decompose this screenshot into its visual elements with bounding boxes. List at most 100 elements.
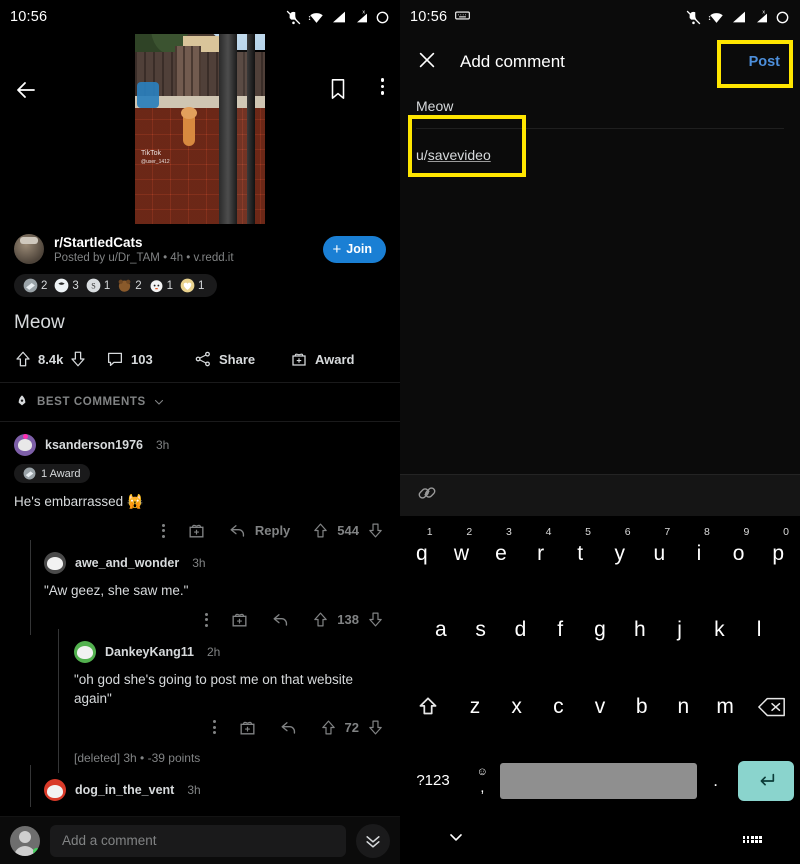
upvote-arrow-icon[interactable] xyxy=(312,611,329,628)
comment-author[interactable]: awe_and_wonder xyxy=(75,556,179,570)
comment-vote-control[interactable]: 544 xyxy=(312,522,384,539)
avatar[interactable] xyxy=(74,641,96,664)
shift-arrow-icon[interactable] xyxy=(402,675,454,739)
link-chain-icon[interactable] xyxy=(416,482,438,509)
overflow-menu-icon[interactable] xyxy=(212,720,216,735)
comment-time: 3h xyxy=(192,556,206,571)
symbols-key[interactable]: ?123 xyxy=(402,772,464,789)
comment-author[interactable]: DankeyKang11 xyxy=(105,645,194,659)
deleted-comment[interactable]: [deleted] 3h • -39 points xyxy=(0,736,400,773)
key-b[interactable]: b xyxy=(621,675,663,739)
share-label: Share xyxy=(219,351,256,367)
key-number: 7 xyxy=(664,526,671,538)
comment-award-pill[interactable]: 1 Award xyxy=(14,464,90,483)
award-count: 1 xyxy=(103,279,111,292)
key-j[interactable]: j xyxy=(660,598,700,662)
emoji-comma-key[interactable]: ☺ , xyxy=(464,766,500,795)
key-q[interactable]: 1q xyxy=(402,522,442,586)
comment-vote-control[interactable]: 72 xyxy=(320,719,384,736)
key-e[interactable]: 3e xyxy=(481,522,521,586)
key-p[interactable]: 0p xyxy=(758,522,798,586)
key-t[interactable]: 5t xyxy=(560,522,600,586)
award-button[interactable]: Award xyxy=(290,350,355,368)
comment-editor[interactable]: u/savevideo xyxy=(400,115,800,177)
share-button[interactable]: Share xyxy=(194,350,290,368)
avatar[interactable] xyxy=(44,778,66,801)
add-comment-input[interactable]: Add a comment xyxy=(50,824,346,857)
key-a[interactable]: a xyxy=(421,598,461,662)
key-g[interactable]: g xyxy=(580,598,620,662)
key-o[interactable]: 9o xyxy=(719,522,759,586)
avatar[interactable] xyxy=(14,434,36,456)
award-gift-icon[interactable] xyxy=(230,610,249,629)
downvote-arrow-icon[interactable] xyxy=(367,522,384,539)
key-z[interactable]: z xyxy=(454,675,496,739)
avatar[interactable] xyxy=(10,825,40,856)
overflow-menu-icon[interactable] xyxy=(205,612,209,627)
key-v[interactable]: v xyxy=(579,675,621,739)
comment-item[interactable]: dog_in_the_vent 3h xyxy=(0,764,400,807)
key-label: e xyxy=(495,542,507,565)
overflow-menu-icon[interactable] xyxy=(380,78,384,95)
comment-item[interactable]: ksanderson1976 3h 1 Award He's embarrass… xyxy=(0,422,400,540)
comment-author[interactable]: ksanderson1976 xyxy=(45,438,143,452)
key-r[interactable]: 4r xyxy=(521,522,561,586)
close-x-icon[interactable] xyxy=(416,49,438,76)
downvote-arrow-icon[interactable] xyxy=(367,719,384,736)
key-i[interactable]: 8i xyxy=(679,522,719,586)
downvote-arrow-icon[interactable] xyxy=(367,611,384,628)
period-key[interactable]: . xyxy=(697,771,733,791)
key-x[interactable]: x xyxy=(496,675,538,739)
chevron-down-back-icon[interactable] xyxy=(446,827,466,852)
award-gift-icon[interactable] xyxy=(187,521,206,540)
bookmark-icon[interactable] xyxy=(328,78,348,105)
join-button[interactable]: + Join xyxy=(322,235,386,263)
comment-sort-bar[interactable]: BEST COMMENTS xyxy=(0,382,400,422)
upvote-arrow-icon[interactable] xyxy=(312,522,329,539)
reply-button[interactable]: Reply xyxy=(228,521,290,540)
onscreen-keyboard[interactable]: 1q 2w 3e 4r 5t 6y 7u 8i 9o 0p a s d f g … xyxy=(400,516,800,815)
key-l[interactable]: l xyxy=(739,598,779,662)
key-n[interactable]: n xyxy=(663,675,705,739)
reply-label: Reply xyxy=(254,523,291,539)
vote-control[interactable]: 8.4k xyxy=(14,350,106,368)
comment-author[interactable]: dog_in_the_vent xyxy=(75,783,174,797)
award-badges[interactable]: 2 3 S1 2 1 1 xyxy=(14,274,218,297)
video-player[interactable]: TikTok @user_1412 xyxy=(0,34,400,224)
double-chevron-down-icon[interactable] xyxy=(356,823,390,858)
upvote-arrow-icon[interactable] xyxy=(320,719,337,736)
back-arrow-icon[interactable] xyxy=(14,78,38,107)
avatar[interactable] xyxy=(44,552,66,575)
keyboard-switcher-icon[interactable] xyxy=(742,836,762,843)
key-f[interactable]: f xyxy=(540,598,580,662)
backspace-icon[interactable] xyxy=(746,675,798,739)
key-m[interactable]: m xyxy=(704,675,746,739)
reply-arrow-icon[interactable] xyxy=(279,718,298,737)
subreddit-avatar[interactable] xyxy=(14,234,44,264)
downvote-arrow-icon[interactable] xyxy=(69,350,87,368)
enter-key[interactable] xyxy=(734,760,798,801)
comment-vote-control[interactable]: 138 xyxy=(312,611,384,628)
overflow-menu-icon[interactable] xyxy=(161,523,165,538)
upvote-arrow-icon[interactable] xyxy=(14,350,32,368)
key-y[interactable]: 6y xyxy=(600,522,640,586)
key-k[interactable]: k xyxy=(699,598,739,662)
add-comment-bar: Add a comment xyxy=(0,816,400,864)
video-frame: TikTok @user_1412 xyxy=(135,34,265,224)
comments-button[interactable]: 103 xyxy=(106,350,194,368)
comment-item[interactable]: DankeyKang11 2h "oh god she's going to p… xyxy=(0,629,400,744)
key-c[interactable]: c xyxy=(537,675,579,739)
space-key[interactable] xyxy=(500,762,698,799)
key-d[interactable]: d xyxy=(501,598,541,662)
key-u[interactable]: 7u xyxy=(640,522,680,586)
signal-icon xyxy=(733,11,745,23)
key-s[interactable]: s xyxy=(461,598,501,662)
wholesome-award-icon xyxy=(55,278,69,293)
comment-item[interactable]: awe_and_wonder 3h "Aw geez, she saw me."… xyxy=(0,540,400,636)
award-gift-icon[interactable] xyxy=(238,718,257,737)
helpful-award-icon xyxy=(150,280,163,293)
reply-arrow-icon[interactable] xyxy=(271,610,290,629)
key-h[interactable]: h xyxy=(620,598,660,662)
key-w[interactable]: 2w xyxy=(442,522,482,586)
subreddit-name[interactable]: r/StartledCats xyxy=(54,235,313,250)
